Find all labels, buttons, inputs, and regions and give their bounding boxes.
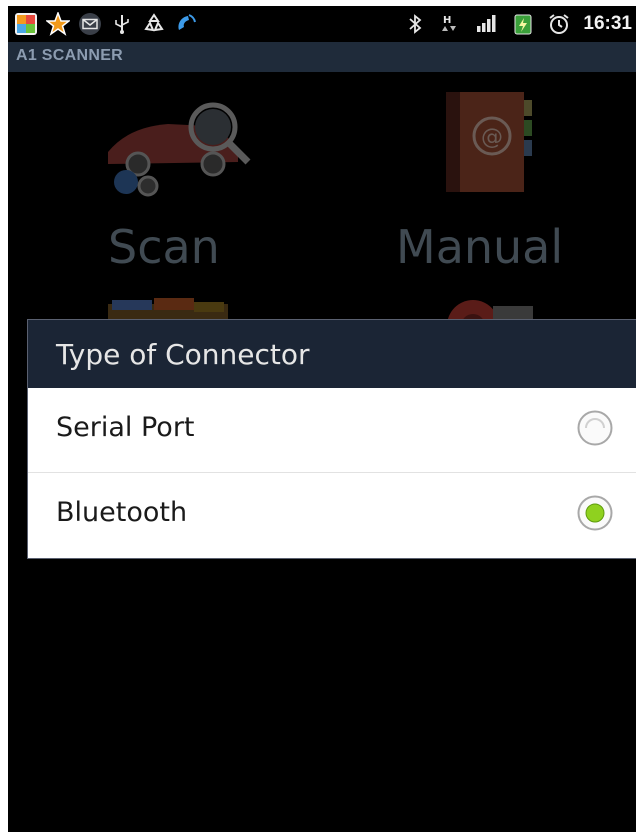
star-icon	[46, 12, 70, 36]
dialog-header: Type of Connector	[28, 320, 636, 388]
radio-selected-icon[interactable]	[576, 494, 614, 532]
radio-unselected-icon[interactable]	[576, 409, 614, 447]
app-title: A1 SCANNER	[16, 47, 124, 64]
svg-text:H: H	[443, 15, 451, 26]
phone-screen: H 16:31 A1 SCANNER Scan @ Manual Type of…	[8, 6, 636, 832]
option-label: Bluetooth	[56, 497, 188, 528]
dialog-title: Type of Connector	[56, 338, 310, 371]
app-title-bar: A1 SCANNER	[8, 42, 636, 72]
option-bluetooth[interactable]: Bluetooth	[28, 473, 636, 557]
svg-text:@: @	[481, 125, 503, 150]
notification-icons	[14, 6, 198, 42]
signal-icon	[475, 12, 499, 36]
photos-icon	[14, 12, 38, 36]
battery-icon	[511, 12, 535, 36]
alarm-icon	[547, 12, 571, 36]
bluetooth-icon	[403, 12, 427, 36]
option-serial-port[interactable]: Serial Port	[28, 388, 636, 473]
manual-tile[interactable]: @ Manual	[388, 82, 608, 282]
usb-icon	[110, 12, 134, 36]
system-icons: H 16:31	[403, 6, 632, 42]
option-label: Serial Port	[56, 412, 195, 443]
car-scan-icon	[108, 102, 251, 197]
status-bar: H 16:31	[8, 6, 636, 42]
dialog-options: Serial Port Bluetooth	[28, 388, 636, 558]
recycle-icon	[142, 12, 166, 36]
clock: 16:31	[583, 13, 632, 34]
data-arrows-icon: H	[439, 12, 463, 36]
scan-label: Scan	[108, 220, 220, 274]
scan-tile[interactable]: Scan	[88, 82, 308, 282]
manual-label: Manual	[396, 220, 564, 274]
phone-call-icon	[174, 12, 198, 36]
mail-icon	[78, 12, 102, 36]
connector-type-dialog: Type of Connector Serial Port Bluetooth	[28, 320, 636, 558]
address-book-icon: @	[446, 92, 532, 192]
